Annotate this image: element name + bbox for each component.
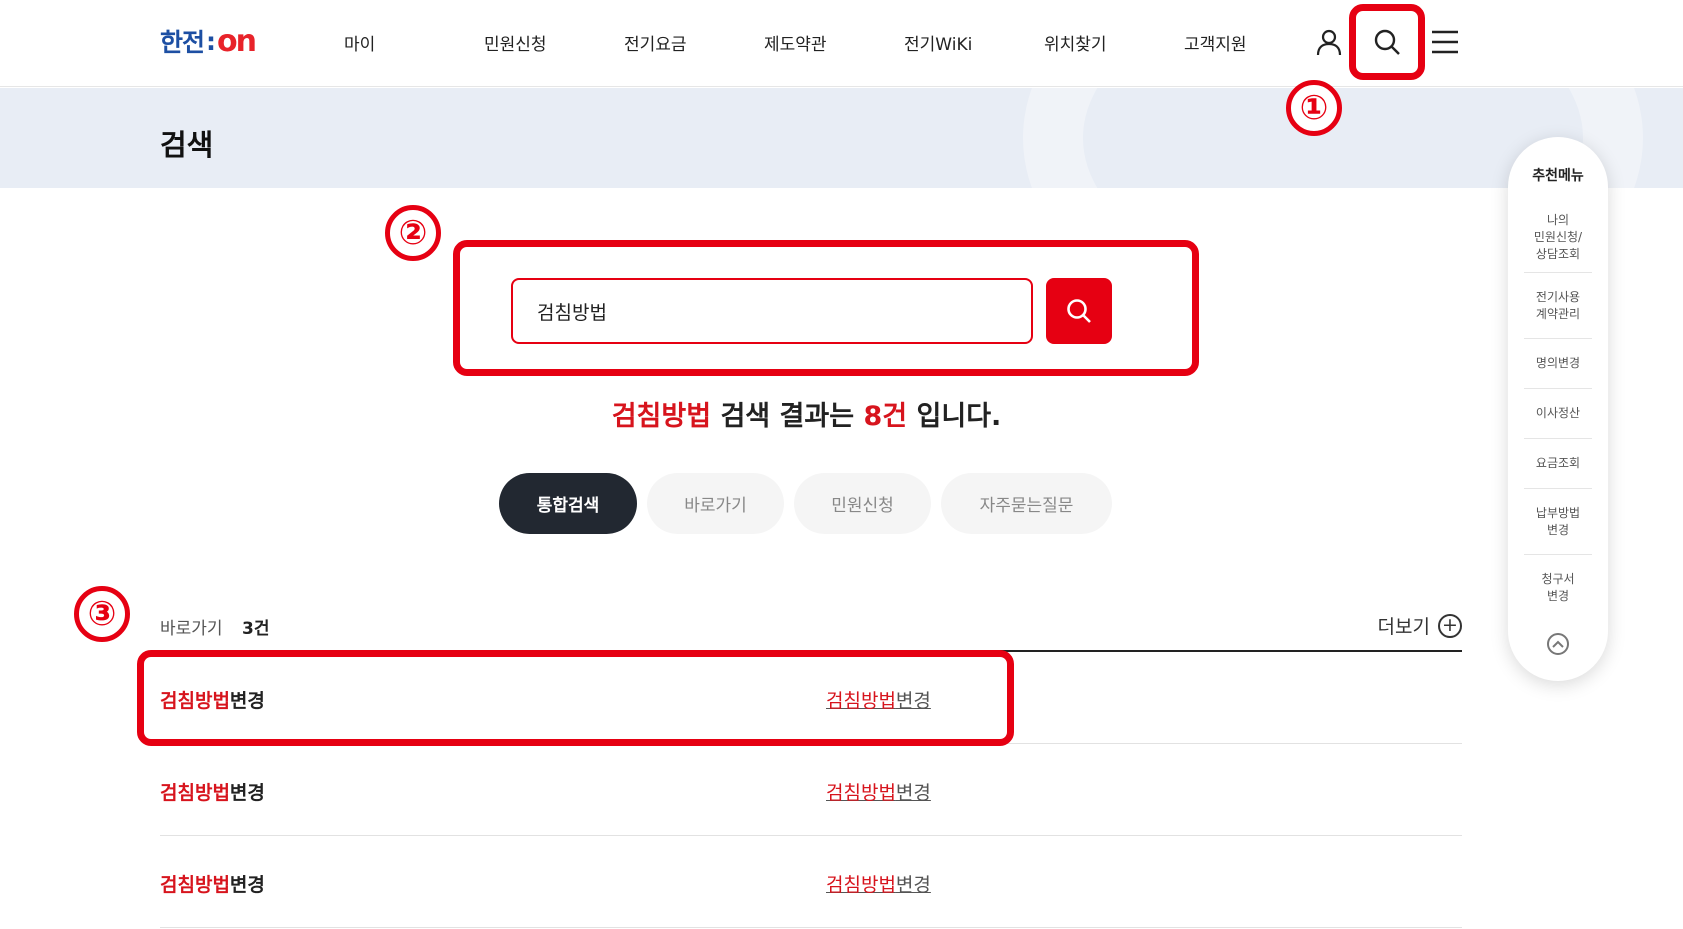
quick-menu-item[interactable]: 청구서 변경 <box>1524 555 1592 621</box>
annotation-marker-2: ② <box>385 205 441 261</box>
annotation-marker-1: ① <box>1286 80 1342 136</box>
result-link[interactable]: 검침방법변경 <box>826 870 931 897</box>
page-title: 검색 <box>160 128 214 162</box>
result-text: 검색 결과는 <box>711 401 864 432</box>
quick-menu-title: 추천메뉴 <box>1532 168 1584 184</box>
quick-menu-item[interactable]: 납부방법 변경 <box>1524 489 1592 555</box>
result-link[interactable]: 검침방법변경 <box>826 686 931 713</box>
quick-menu-item[interactable]: 요금조회 <box>1524 439 1592 489</box>
list-item: 검침방법변경 검침방법변경 <box>160 836 1462 928</box>
scroll-top-icon[interactable] <box>1547 633 1569 655</box>
more-button[interactable]: 더보기 + <box>1378 612 1462 639</box>
result-title-highlight: 검침방법 <box>160 690 230 712</box>
logo-text-primary: 한전 <box>160 28 205 57</box>
nav-item-my[interactable]: 마이 <box>344 30 375 55</box>
search-submit-button[interactable] <box>1046 278 1112 344</box>
annotation-marker-3: ③ <box>74 586 130 642</box>
section-header: 바로가기 3건 더보기 + <box>160 612 1462 652</box>
section-label: 바로가기 <box>160 619 223 639</box>
search-icon[interactable] <box>1369 24 1405 60</box>
result-keyword: 검침방법 <box>611 401 712 432</box>
result-title[interactable]: 검침방법변경 <box>160 778 265 805</box>
site-logo[interactable]: 한전 : on <box>160 23 257 59</box>
result-title[interactable]: 검침방법변경 <box>160 870 265 897</box>
quick-menu: 추천메뉴 나의 민원신청/ 상담조회 전기사용 계약관리 명의변경 이사정산 요… <box>1508 137 1608 681</box>
result-link-rest: 변경 <box>895 782 931 804</box>
quick-menu-item[interactable]: 전기사용 계약관리 <box>1524 273 1592 339</box>
nav-item-location[interactable]: 위치찾기 <box>1044 30 1107 55</box>
quick-menu-item[interactable]: 이사정산 <box>1524 389 1592 439</box>
result-link[interactable]: 검침방법변경 <box>826 778 931 805</box>
logo-separator: : <box>206 26 216 56</box>
result-title-rest: 변경 <box>229 782 265 804</box>
search-icon <box>1067 299 1091 323</box>
tab-civil-application[interactable]: 민원신청 <box>794 473 931 534</box>
tab-faq[interactable]: 자주묻는질문 <box>941 473 1112 534</box>
result-title-highlight: 검침방법 <box>160 874 230 896</box>
tab-shortcuts[interactable]: 바로가기 <box>647 473 784 534</box>
nav-item-policy-terms[interactable]: 제도약관 <box>764 30 827 55</box>
result-link-rest: 변경 <box>895 690 931 712</box>
list-item: 검침방법변경 검침방법변경 <box>160 652 1462 744</box>
logo-text-on: on <box>217 23 257 59</box>
section-count: 3건 <box>242 619 270 639</box>
result-title-highlight: 검침방법 <box>160 782 230 804</box>
search-input[interactable] <box>511 278 1033 344</box>
result-title-rest: 변경 <box>229 874 265 896</box>
list-item: 검침방법변경 검침방법변경 <box>160 744 1462 836</box>
result-link-highlight: 검침방법 <box>826 782 896 804</box>
more-label: 더보기 <box>1377 616 1430 638</box>
result-count: 8건 <box>863 401 908 432</box>
plus-circle-icon: + <box>1438 613 1462 638</box>
tab-integrated-search[interactable]: 통합검색 <box>499 473 637 534</box>
page-title-band: 검색 <box>0 88 1683 188</box>
quick-menu-item[interactable]: 명의변경 <box>1524 339 1592 389</box>
result-link-highlight: 검침방법 <box>826 874 896 896</box>
nav-item-electricity-bill[interactable]: 전기요금 <box>624 30 687 55</box>
nav-item-customer-support[interactable]: 고객지원 <box>1184 30 1247 55</box>
result-link-rest: 변경 <box>895 874 931 896</box>
site-header: 한전 : on 마이 민원신청 전기요금 제도약관 전기WiKi 위치찾기 고객… <box>0 0 1683 87</box>
result-title[interactable]: 검침방법변경 <box>160 686 265 713</box>
search-result-summary: 검침방법 검색 결과는 8건 입니다. <box>0 394 1613 433</box>
result-text-end: 입니다. <box>907 401 1002 432</box>
result-link-highlight: 검침방법 <box>826 690 896 712</box>
nav-item-electric-wiki[interactable]: 전기WiKi <box>904 30 972 55</box>
quick-menu-item[interactable]: 나의 민원신청/ 상담조회 <box>1524 203 1592 273</box>
menu-icon[interactable] <box>1427 24 1463 60</box>
nav-item-civil-application[interactable]: 민원신청 <box>484 30 547 55</box>
result-title-rest: 변경 <box>229 690 265 712</box>
user-icon[interactable] <box>1311 24 1347 60</box>
